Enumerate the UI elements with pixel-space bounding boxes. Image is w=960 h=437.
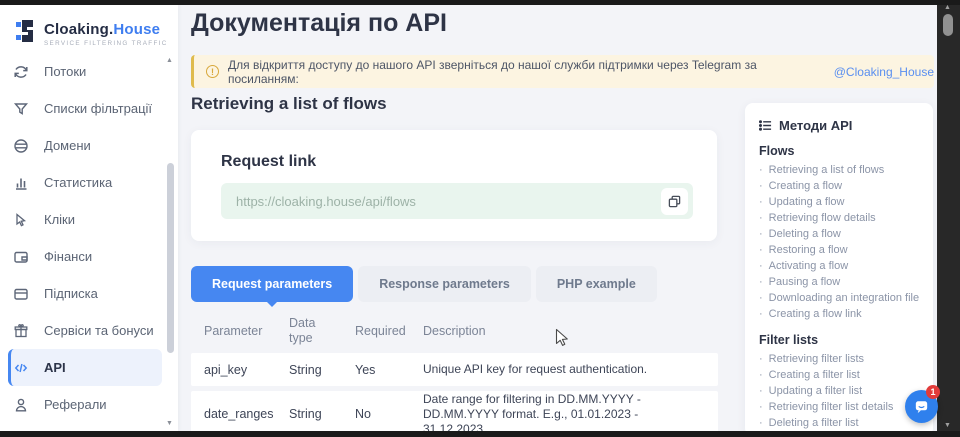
column-header-required: Required [355, 324, 423, 338]
credit-card-icon [12, 248, 30, 266]
logo[interactable]: Cloaking.House SERVICE FILTERING TRAFFIC [0, 5, 178, 49]
main-content: Документація по API ! Для відкриття дост… [178, 5, 937, 431]
banner-text: Для відкриття доступу до нашого API звер… [228, 58, 821, 86]
sidebar-scroll-down-icon[interactable]: ▼ [166, 420, 173, 427]
sidebar-item-statistics[interactable]: Статистика [0, 164, 164, 201]
method-link[interactable]: ·Updating a flow [759, 194, 923, 210]
sidebar-nav: Потоки Списки фільтрації Домени Статисти… [0, 53, 164, 423]
api-methods-panel: Методи API Flows ·Retrieving a list of f… [745, 103, 933, 436]
method-link[interactable]: ·Retrieving filter list details [759, 399, 923, 415]
sidebar-item-label: Списки фільтрації [44, 101, 152, 116]
copy-icon [668, 195, 681, 208]
cell-description: Date range for filtering in DD.MM.YYYY -… [423, 392, 708, 437]
wallet-icon [12, 285, 30, 303]
method-link[interactable]: ·Deleting a flow [759, 226, 923, 242]
window-top-border [0, 0, 960, 5]
table-row[interactable]: api_key String Yes Unique API key for re… [191, 353, 718, 386]
tab-php-example[interactable]: PHP example [536, 266, 657, 302]
method-link[interactable]: ·Retrieving filter lists [759, 351, 923, 367]
method-link[interactable]: ·Pausing a flow [759, 274, 923, 290]
scrollbar-thumb[interactable] [943, 14, 953, 36]
sidebar-item-label: Кліки [44, 212, 75, 227]
cell-data-type: String [289, 363, 355, 377]
method-link[interactable]: ·Creating a filter list [759, 367, 923, 383]
sidebar-scrollbar-thumb[interactable] [167, 163, 174, 353]
sidebar-item-subscription[interactable]: Підписка [0, 275, 164, 312]
tab-request-parameters[interactable]: Request parameters [191, 266, 353, 302]
methods-group-filter-lists: Filter lists [759, 333, 923, 347]
sidebar-item-domains[interactable]: Домени [0, 127, 164, 164]
sidebar-item-label: Статистика [44, 175, 112, 190]
sidebar-item-label: Підписка [44, 286, 98, 301]
column-header-description: Description [423, 324, 718, 338]
code-icon [12, 359, 30, 377]
filter-icon [12, 100, 30, 118]
sidebar-item-label: Фінанси [44, 249, 92, 264]
column-header-parameter: Parameter [204, 324, 289, 338]
sidebar-item-services-bonuses[interactable]: Сервіси та бонуси [0, 312, 164, 349]
cursor-icon [12, 211, 30, 229]
window-bottom-border [0, 431, 960, 437]
sidebar-item-label: Потоки [44, 64, 86, 79]
method-link[interactable]: ·Updating a filter list [759, 383, 923, 399]
scroll-up-arrow-icon[interactable]: ▲ [944, 4, 951, 11]
brand-tagline: SERVICE FILTERING TRAFFIC [44, 40, 168, 47]
sidebar: Cloaking.House SERVICE FILTERING TRAFFIC… [0, 5, 178, 431]
bar-chart-icon [12, 174, 30, 192]
sidebar-item-finances[interactable]: Фінанси [0, 238, 164, 275]
sidebar-scrollbar[interactable]: ▲ ▼ [166, 55, 175, 427]
tab-response-parameters[interactable]: Response parameters [358, 266, 531, 302]
cell-parameter: date_ranges [204, 407, 289, 421]
cell-data-type: String [289, 407, 355, 421]
request-link-title: Request link [191, 130, 717, 171]
section-title: Retrieving a list of flows [191, 94, 387, 114]
browser-scrollbar[interactable]: ▲ ▼ [937, 0, 960, 437]
sidebar-item-label: Сервіси та бонуси [44, 323, 154, 338]
user-icon [12, 396, 30, 414]
sync-icon [12, 63, 30, 81]
method-link[interactable]: ·Retrieving a list of flows [759, 162, 923, 178]
sidebar-item-filter-lists[interactable]: Списки фільтрації [0, 90, 164, 127]
method-link[interactable]: ·Restoring a flow [759, 242, 923, 258]
sidebar-item-label: Домени [44, 138, 91, 153]
globe-icon [12, 137, 30, 155]
page-title: Документація по API [191, 9, 447, 38]
request-url-field[interactable]: https://cloaking.house/api/flows [221, 183, 693, 219]
telegram-link[interactable]: @Cloaking_House [834, 65, 934, 79]
alert-icon: ! [206, 65, 219, 78]
cell-description: Unique API key for request authenticatio… [423, 362, 708, 377]
methods-group-flows: Flows [759, 144, 923, 158]
method-link[interactable]: ·Activating a flow [759, 258, 923, 274]
cell-required: Yes [355, 363, 423, 377]
sidebar-scroll-up-icon[interactable]: ▲ [166, 57, 173, 64]
list-icon [759, 119, 772, 132]
sidebar-item-label: API [44, 360, 66, 375]
chat-bubble-icon [913, 398, 930, 415]
request-link-card: Request link https://cloaking.house/api/… [191, 130, 717, 241]
request-url-value: https://cloaking.house/api/flows [236, 194, 416, 209]
sidebar-item-flows[interactable]: Потоки [0, 53, 164, 90]
chat-notification-badge: 1 [926, 385, 940, 399]
column-header-data-type: Data type [289, 316, 325, 346]
gift-icon [12, 322, 30, 340]
method-link[interactable]: ·Deleting a filter list [759, 415, 923, 431]
cloaking-house-logo-icon [13, 18, 36, 49]
scroll-down-arrow-icon[interactable]: ▼ [944, 422, 951, 429]
tabs: Request parameters Response parameters P… [191, 266, 657, 302]
method-link[interactable]: ·Retrieving flow details [759, 210, 923, 226]
methods-panel-title: Методи API [759, 118, 923, 133]
cell-parameter: api_key [204, 363, 289, 377]
sidebar-item-api[interactable]: API [8, 349, 162, 386]
cell-required: No [355, 407, 423, 421]
method-link[interactable]: ·Creating a flow [759, 178, 923, 194]
table-header: Parameter Data type Required Description [191, 311, 718, 351]
sidebar-item-clicks[interactable]: Кліки [0, 201, 164, 238]
info-banner: ! Для відкриття доступу до нашого API зв… [191, 55, 934, 88]
brand-name: Cloaking.House [44, 21, 168, 38]
method-link[interactable]: ·Creating a flow link [759, 306, 923, 322]
sidebar-item-label: Реферали [44, 397, 107, 412]
sidebar-item-referrals[interactable]: Реферали [0, 386, 164, 423]
method-link[interactable]: ·Downloading an integration file [759, 290, 923, 306]
copy-button[interactable] [661, 188, 688, 215]
